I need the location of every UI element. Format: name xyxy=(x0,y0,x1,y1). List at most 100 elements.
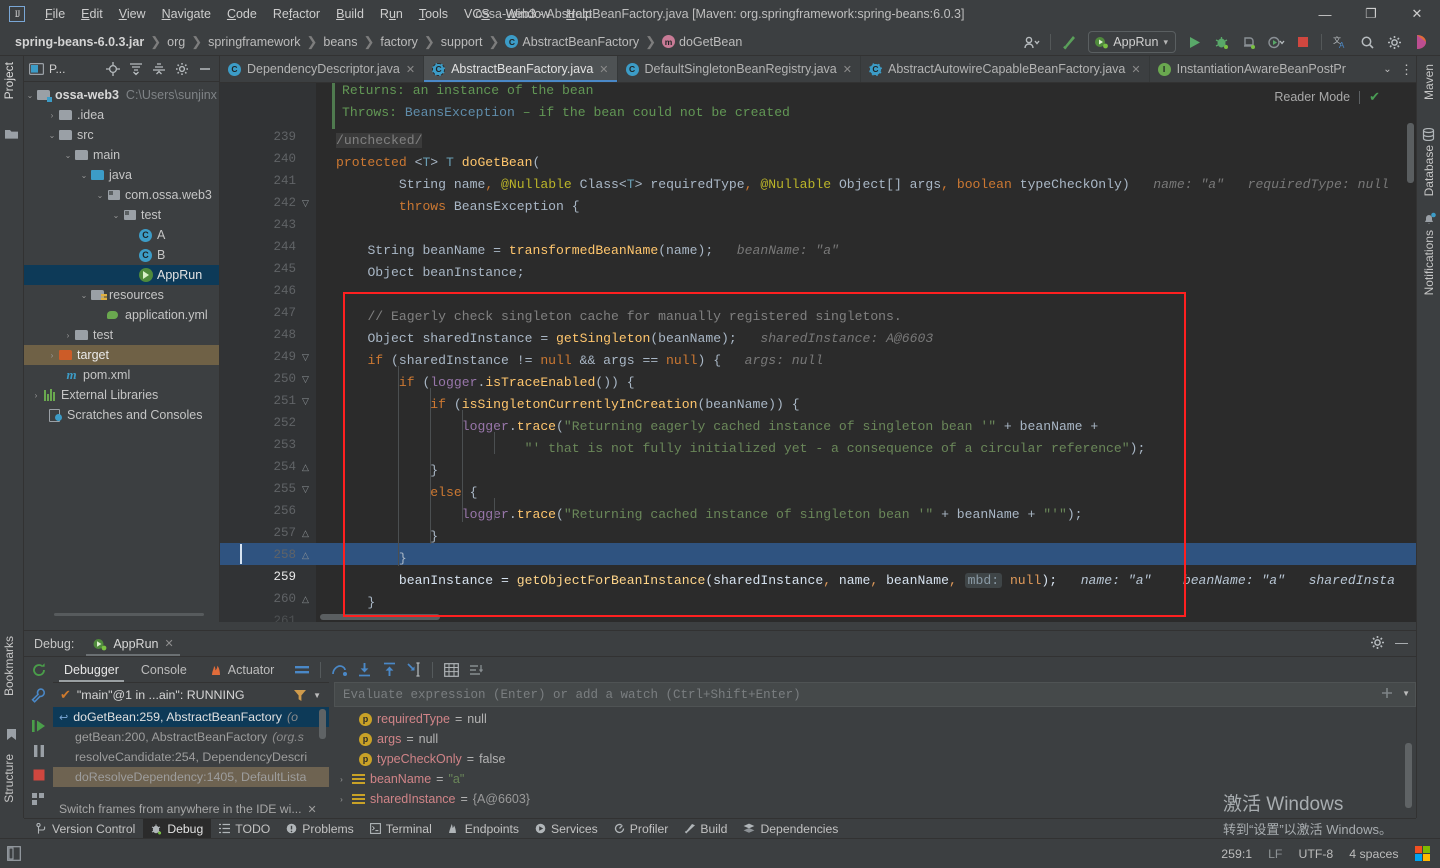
editor-horizontal-scrollbar[interactable] xyxy=(320,614,440,620)
close-icon[interactable]: ✕ xyxy=(599,63,608,76)
debug-session-tab[interactable]: AppRun ✕ xyxy=(86,631,181,656)
chevron-down-icon[interactable]: ⌄ xyxy=(78,291,90,300)
menu-item-tools[interactable]: Tools xyxy=(411,4,456,24)
frame-row-active[interactable]: ↩ doGetBean:259, AbstractBeanFactory (o xyxy=(53,707,329,727)
line-separator[interactable]: LF xyxy=(1268,847,1282,861)
bottom-tab-debug[interactable]: Debug xyxy=(143,818,212,839)
step-into-icon[interactable] xyxy=(353,659,375,681)
fold-marker-icon[interactable]: ▽ xyxy=(302,352,309,363)
debug-button[interactable] xyxy=(1209,30,1234,55)
variables-list[interactable]: p requiredType = null p args = null p ty… xyxy=(334,709,1416,820)
chevron-right-icon[interactable]: › xyxy=(46,351,58,360)
variable-row[interactable]: › sharedInstance = {A@6603} xyxy=(334,789,1416,809)
reader-mode-indicator[interactable]: Reader Mode ✔ xyxy=(1274,89,1380,105)
bottom-tab-services[interactable]: Services xyxy=(527,819,606,839)
close-icon[interactable]: ✕ xyxy=(307,803,316,816)
caret-position[interactable]: 259:1 xyxy=(1221,847,1252,861)
hide-panel-icon[interactable]: — xyxy=(1395,635,1408,650)
menu-item-navigate[interactable]: Navigate xyxy=(154,4,219,24)
code-content[interactable]: Returns: an instance of the bean Throws:… xyxy=(220,83,1416,622)
editor-tab-abstractbeanfactory[interactable]: C AbstractBeanFactory.java ✕ xyxy=(424,56,618,82)
tree-item-class-b[interactable]: C B xyxy=(24,245,219,265)
fold-marker-icon[interactable]: △ xyxy=(302,594,309,605)
translate-icon[interactable]: 文A xyxy=(1328,30,1353,55)
sidebar-item-maven[interactable]: Maven xyxy=(1422,64,1436,112)
ai-assistant-icon[interactable] xyxy=(1409,30,1434,55)
build-hammer-icon[interactable] xyxy=(1057,30,1082,55)
menu-item-refactor[interactable]: Refactor xyxy=(265,4,328,24)
indent-setting[interactable]: 4 spaces xyxy=(1349,847,1398,861)
editor-tab-instantiationawarebeanpostprocessor[interactable]: I InstantiationAwareBeanPostPr xyxy=(1150,56,1354,82)
layout-settings-icon[interactable] xyxy=(291,659,313,681)
menu-item-help[interactable]: Help xyxy=(558,4,600,24)
code-editor[interactable]: Reader Mode ✔ Returns: an instance of th… xyxy=(220,83,1416,622)
rerun-icon[interactable] xyxy=(31,662,47,678)
add-watch-icon[interactable] xyxy=(1380,686,1394,700)
sort-values-icon[interactable] xyxy=(465,659,487,681)
filter-icon[interactable] xyxy=(293,689,307,702)
chevron-down-icon[interactable]: ⌄ xyxy=(24,91,36,100)
bottom-tab-problems[interactable]: Problems xyxy=(278,819,361,839)
variable-row[interactable]: p typeCheckOnly = false xyxy=(334,749,1416,769)
step-out-icon[interactable] xyxy=(378,659,400,681)
stop-button[interactable] xyxy=(1290,30,1315,55)
menu-item-build[interactable]: Build xyxy=(328,4,372,24)
fold-marker-icon[interactable]: △ xyxy=(302,528,309,539)
sidebar-item-bookmarks[interactable]: Bookmarks xyxy=(2,636,16,716)
chevron-down-icon[interactable]: ▼ xyxy=(313,691,329,700)
breadcrumb-item-class[interactable]: C AbstractBeanFactory xyxy=(502,34,642,50)
chevron-down-icon[interactable]: ⌄ xyxy=(110,211,122,220)
close-icon[interactable]: ✕ xyxy=(1131,63,1140,76)
expand-arrow[interactable]: › xyxy=(336,775,347,784)
thread-selector-bar[interactable]: ✔ "main"@1 in ...ain": RUNNING ▼ xyxy=(53,682,329,707)
variable-row[interactable]: › beanName = "a" xyxy=(334,769,1416,789)
step-over-icon[interactable] xyxy=(328,659,350,681)
frames-scrollbar[interactable] xyxy=(319,709,326,739)
file-encoding[interactable]: UTF-8 xyxy=(1298,847,1333,861)
bottom-tab-terminal[interactable]: Terminal xyxy=(362,819,440,839)
hide-panel-icon[interactable] xyxy=(195,59,214,78)
chevron-down-icon[interactable]: ⌄ xyxy=(94,191,106,200)
layout-toggle-icon[interactable] xyxy=(7,846,21,861)
editor-tab-abstractautowirecapablebeanfactory[interactable]: C AbstractAutowireCapableBeanFactory.jav… xyxy=(861,56,1150,82)
menu-item-vcs[interactable]: VCS xyxy=(456,4,498,24)
menu-item-window[interactable]: Window xyxy=(498,4,558,24)
bottom-tab-endpoints[interactable]: Endpoints xyxy=(440,819,527,839)
frame-row[interactable]: getBean:200, AbstractBeanFactory (org.s xyxy=(53,727,329,747)
expand-all-icon[interactable] xyxy=(126,59,145,78)
resume-program-icon[interactable] xyxy=(31,718,47,734)
menu-item-run[interactable]: Run xyxy=(372,4,411,24)
editor-vertical-scrollbar[interactable] xyxy=(1407,123,1414,183)
tree-item-pom-xml[interactable]: m pom.xml xyxy=(24,365,219,385)
frame-row[interactable]: doResolveDependency:1405, DefaultLista xyxy=(53,767,329,787)
bottom-tab-version-control[interactable]: Version Control xyxy=(28,819,143,839)
chevron-down-icon[interactable]: ⌄ xyxy=(1378,60,1397,79)
fold-marker-icon[interactable]: ▽ xyxy=(302,374,309,385)
gear-icon[interactable] xyxy=(1370,635,1385,650)
chevron-right-icon[interactable]: › xyxy=(46,111,58,120)
frame-row[interactable]: resolveCandidate:254, DependencyDescri xyxy=(53,747,329,767)
expand-arrow[interactable]: › xyxy=(336,795,347,804)
variables-scrollbar[interactable] xyxy=(1405,743,1412,808)
project-panel-title[interactable]: P... xyxy=(29,62,65,76)
tree-item-target[interactable]: › target xyxy=(24,345,219,365)
chevron-right-icon[interactable]: › xyxy=(62,331,74,340)
chevron-right-icon[interactable]: › xyxy=(30,391,42,400)
tree-item-java[interactable]: ⌄ java xyxy=(24,165,219,185)
fold-marker-icon[interactable]: ▽ xyxy=(302,198,309,209)
run-configuration-selector[interactable]: AppRun ▾ xyxy=(1088,31,1176,53)
breadcrumb-item-org[interactable]: org xyxy=(164,34,188,50)
fold-marker-icon[interactable]: △ xyxy=(302,462,309,473)
tree-item-scratches-and-consoles[interactable]: Scratches and Consoles xyxy=(24,405,219,425)
tree-item-class-apprun[interactable]: AppRun xyxy=(24,265,219,285)
chevron-down-icon[interactable]: ▼ xyxy=(1402,689,1410,698)
maximize-button[interactable]: ❐ xyxy=(1348,0,1394,28)
tree-item-class-a[interactable]: C A xyxy=(24,225,219,245)
breadcrumb-item-springframework[interactable]: springframework xyxy=(205,34,303,50)
tree-item-application-yml[interactable]: application.yml xyxy=(24,305,219,325)
fold-marker-icon[interactable]: △ xyxy=(302,550,309,561)
settings-wrench-icon[interactable] xyxy=(30,688,47,704)
tab-console[interactable]: Console xyxy=(130,657,198,682)
evaluate-table-icon[interactable] xyxy=(440,659,462,681)
bottom-tab-dependencies[interactable]: Dependencies xyxy=(735,819,846,839)
